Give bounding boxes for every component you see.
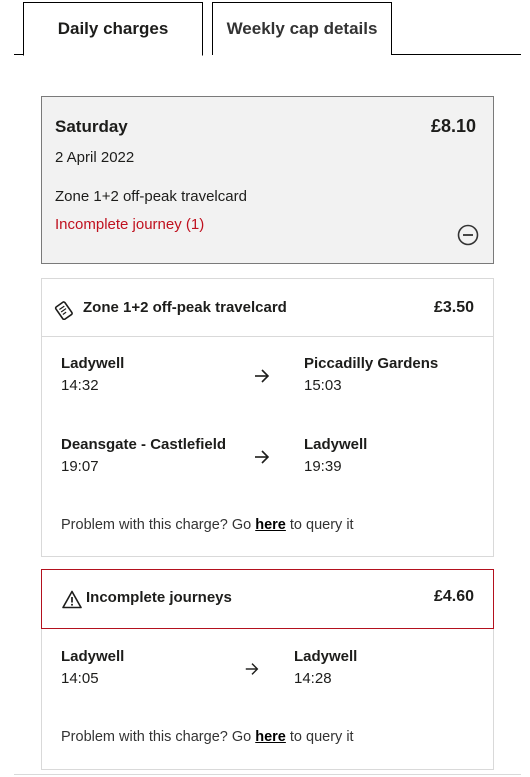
- query-prefix: Problem with this charge? Go: [61, 517, 256, 533]
- journey-from-time: 14:32: [61, 377, 99, 394]
- query-charge-text: Problem with this charge? Go here to que…: [61, 729, 354, 745]
- summary-incomplete-journeys: Incomplete journey (1): [55, 216, 205, 233]
- journey-to-station: Piccadilly Gardens: [304, 355, 439, 372]
- day-summary[interactable]: Saturday £8.10 2 April 2022 Zone 1+2 off…: [41, 96, 494, 264]
- query-prefix: Problem with this charge? Go: [61, 729, 256, 745]
- journey-to-time: 15:03: [304, 377, 342, 394]
- summary-day: Saturday: [55, 117, 128, 136]
- journey-from-station: Ladywell: [61, 648, 125, 665]
- summary-date: 2 April 2022: [55, 149, 135, 166]
- travelcard-charge-title: Zone 1+2 off-peak travelcard: [83, 299, 287, 316]
- ticket-icon: [54, 301, 73, 320]
- tab-bar: Daily charges Weekly cap details: [0, 0, 530, 56]
- journey-from-time: 19:07: [61, 458, 99, 475]
- incomplete-charge-amount: £4.60: [433, 588, 474, 605]
- incomplete-charge-title: Incomplete journeys: [86, 589, 232, 606]
- incomplete-charge-card: Incomplete journeys £4.60 Ladywell 14:05…: [41, 569, 494, 770]
- query-here-link[interactable]: here: [255, 517, 286, 533]
- journey-from-station: Deansgate - Castlefield: [61, 436, 227, 453]
- journey-row: Ladywell 14:32 Piccadilly Gardens 15:03: [42, 355, 493, 399]
- incomplete-charge-header: Incomplete journeys £4.60: [41, 569, 494, 629]
- tab-label: Weekly cap details: [226, 19, 378, 38]
- query-suffix: to query it: [285, 517, 354, 533]
- tab-weekly-cap-details[interactable]: Weekly cap details: [212, 2, 392, 55]
- journey-to-time: 14:28: [294, 670, 332, 687]
- warning-icon: [62, 590, 82, 609]
- summary-product: Zone 1+2 off-peak travelcard: [55, 188, 247, 205]
- journey-to-time: 19:39: [304, 458, 342, 475]
- query-charge-text: Problem with this charge? Go here to que…: [61, 517, 354, 533]
- travelcard-charge-amount: £3.50: [433, 299, 474, 316]
- tab-label: Daily charges: [57, 19, 169, 38]
- arrow-right-icon: [255, 369, 270, 383]
- journey-to-station: Ladywell: [304, 436, 368, 453]
- journey-row: Deansgate - Castlefield 19:07 Ladywell 1…: [42, 436, 493, 480]
- divider: [14, 774, 521, 775]
- journey-to-station: Ladywell: [294, 648, 358, 665]
- travelcard-charge-header: Zone 1+2 off-peak travelcard £3.50: [42, 279, 493, 337]
- minus-circle-icon[interactable]: [457, 224, 479, 246]
- journey-from-time: 14:05: [61, 670, 99, 687]
- travelcard-charge-card: Zone 1+2 off-peak travelcard £3.50 Ladyw…: [41, 278, 494, 557]
- query-suffix: to query it: [285, 729, 354, 745]
- arrow-right-icon: [255, 450, 270, 464]
- tab-divider: [391, 54, 521, 55]
- arrow-right-icon: [245, 663, 259, 675]
- journey-row: Ladywell 14:05 Ladywell 14:28: [42, 648, 493, 692]
- journey-from-station: Ladywell: [61, 355, 125, 372]
- query-here-link[interactable]: here: [255, 729, 286, 745]
- tab-daily-charges[interactable]: Daily charges: [23, 2, 203, 56]
- tab-divider: [14, 54, 23, 55]
- summary-total: £8.10: [430, 116, 476, 136]
